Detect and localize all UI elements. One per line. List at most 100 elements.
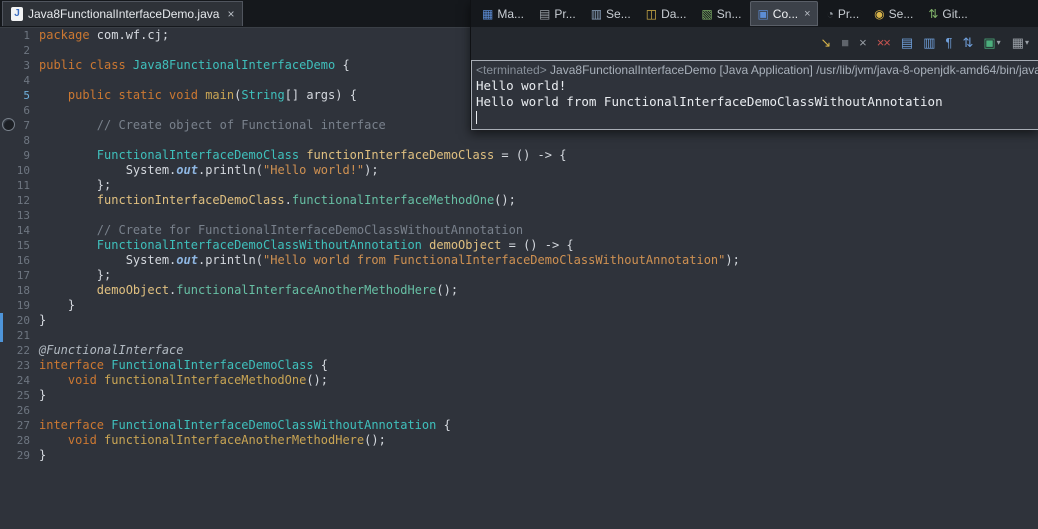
code-line[interactable]: 26: [0, 403, 1038, 418]
launch-marker-icon[interactable]: [2, 118, 15, 131]
line-number[interactable]: 5: [0, 88, 39, 103]
console-panel: ▦ Ma... ▤ Pr... ▥ Se... ◫ Da... ▧ Sn... ▣ Co... × ◔ Pr…: [470, 0, 1038, 130]
line-number[interactable]: 23: [0, 358, 39, 373]
word-wrap-icon[interactable]: ¶: [945, 36, 952, 49]
code-line[interactable]: 19 }: [0, 298, 1038, 313]
code-line[interactable]: 29}: [0, 448, 1038, 463]
line-number[interactable]: 19: [0, 298, 39, 313]
line-number[interactable]: 2: [0, 43, 39, 58]
dropdown-caret-icon[interactable]: ▾: [997, 36, 1001, 49]
clear-console-icon[interactable]: ▤: [901, 36, 913, 49]
console-status-line: <terminated> Java8FunctionalInterfaceDem…: [472, 61, 1038, 78]
code-line[interactable]: 24 void functionalInterfaceMethodOne();: [0, 373, 1038, 388]
line-number[interactable]: 21: [0, 328, 39, 343]
code-line[interactable]: 17 };: [0, 268, 1038, 283]
scroll-lock-icon[interactable]: ▥: [923, 36, 935, 49]
console-tabbar: ▦ Ma... ▤ Pr... ▥ Se... ◫ Da... ▧ Sn... ▣ Co... × ◔ Pr…: [471, 0, 1038, 27]
editor-tab-title: Java8FunctionalInterfaceDemo.java: [28, 7, 220, 21]
line-number[interactable]: 16: [0, 253, 39, 268]
line-number[interactable]: 24: [0, 373, 39, 388]
line-number[interactable]: 6: [0, 103, 39, 118]
remove-launch-icon[interactable]: ×: [859, 36, 867, 49]
line-number[interactable]: 13: [0, 208, 39, 223]
console-output-line: Hello world!: [476, 78, 567, 93]
line-number[interactable]: 4: [0, 73, 39, 88]
line-number[interactable]: 27: [0, 418, 39, 433]
servers-icon: ▥: [590, 6, 603, 21]
code-line[interactable]: 22 @FunctionalInterface: [0, 343, 1038, 358]
pin-console-icon[interactable]: ⇅: [962, 36, 973, 49]
view-tab-label: Se...: [606, 6, 631, 21]
code-line[interactable]: 8: [0, 133, 1038, 148]
line-number[interactable]: 20: [0, 313, 39, 328]
view-tab-data-source-explorer[interactable]: ◫ Da...: [640, 2, 693, 25]
code-text: void functionalInterfaceAnotherMethodHer…: [67, 433, 386, 447]
code-text: // Create object of Functional interface: [39, 118, 386, 132]
code-line[interactable]: 20}: [0, 313, 1038, 328]
close-icon[interactable]: ×: [227, 7, 234, 21]
line-number[interactable]: 1: [0, 28, 39, 43]
remove-all-terminated-icon[interactable]: ××: [877, 36, 891, 49]
line-number[interactable]: 10: [0, 163, 39, 178]
line-number[interactable]: 8: [0, 133, 39, 148]
code-line[interactable]: 28 void functionalInterfaceAnotherMethod…: [0, 433, 1038, 448]
dropdown-caret-icon[interactable]: ▾: [1025, 36, 1029, 49]
line-number[interactable]: 22: [0, 343, 39, 358]
line-number[interactable]: 26: [0, 403, 39, 418]
view-tab-search[interactable]: ◉ Se...: [868, 2, 919, 25]
view-tab-console[interactable]: ▣ Co... ×: [750, 1, 818, 26]
code-text: public static void main(String[] args) {: [67, 88, 357, 102]
snippets-icon: ▧: [701, 6, 713, 21]
code-text: interface FunctionalInterfaceDemoClass {: [39, 358, 328, 372]
code-line[interactable]: 11 };: [0, 178, 1038, 193]
view-tab-label: Se...: [888, 6, 914, 21]
git-staging-icon: ⇅: [928, 6, 939, 21]
line-number[interactable]: 3: [0, 58, 39, 73]
view-tab-markers[interactable]: ▦ Ma...: [476, 2, 530, 25]
view-tab-label: Sn...: [716, 6, 742, 21]
line-number[interactable]: 25: [0, 388, 39, 403]
view-tab-git-staging[interactable]: ⇅ Git...: [922, 2, 973, 25]
display-selected-console-icon[interactable]: ▣ ▾: [983, 36, 1000, 49]
line-number[interactable]: 14: [0, 223, 39, 238]
open-console-icon[interactable]: ▦ ▾: [1012, 36, 1029, 49]
editor-tab-java8functionalinterfacedemo[interactable]: J Java8FunctionalInterfaceDemo.java ×: [2, 1, 244, 26]
line-number[interactable]: 18: [0, 283, 39, 298]
code-line[interactable]: 16 System.out.println("Hello world from …: [0, 253, 1038, 268]
code-text: // Create for FunctionalInterfaceDemoCla…: [39, 223, 524, 237]
view-tab-properties[interactable]: ▤ Pr...: [533, 2, 582, 25]
line-number[interactable]: 17: [0, 268, 39, 283]
line-number[interactable]: 29: [0, 448, 39, 463]
code-line[interactable]: 21: [0, 328, 1038, 343]
code-text: demoObject.functionalInterfaceAnotherMet…: [96, 283, 459, 297]
console-cursor: [476, 111, 477, 124]
code-text: FunctionalInterfaceDemoClassWithoutAnnot…: [96, 238, 574, 252]
view-tab-progress[interactable]: ◔ Pr...: [821, 2, 866, 25]
view-tab-servers[interactable]: ▥ Se...: [585, 2, 637, 25]
close-icon[interactable]: ×: [804, 8, 810, 20]
selection-range-indicator: [0, 313, 3, 342]
line-number[interactable]: 9: [0, 148, 39, 163]
code-line[interactable]: 9 FunctionalInterfaceDemoClass functionI…: [0, 148, 1038, 163]
code-line[interactable]: 13: [0, 208, 1038, 223]
code-line[interactable]: 15 FunctionalInterfaceDemoClassWithoutAn…: [0, 238, 1038, 253]
show-console-stdout-icon[interactable]: ↘: [820, 36, 831, 49]
code-line[interactable]: 14 // Create for FunctionalInterfaceDemo…: [0, 223, 1038, 238]
line-number[interactable]: 15: [0, 238, 39, 253]
code-line[interactable]: 18 demoObject.functionalInterfaceAnother…: [0, 283, 1038, 298]
line-number[interactable]: 28: [0, 433, 39, 448]
code-line[interactable]: 27 interface FunctionalInterfaceDemoClass…: [0, 418, 1038, 433]
line-number[interactable]: 11: [0, 178, 39, 193]
code-line[interactable]: 10 System.out.println("Hello world!");: [0, 163, 1038, 178]
code-line[interactable]: 12 functionInterfaceDemoClass.functional…: [0, 193, 1038, 208]
console-content[interactable]: <terminated> Java8FunctionalInterfaceDem…: [471, 60, 1038, 130]
terminate-icon[interactable]: ■: [841, 36, 849, 49]
line-number[interactable]: 12: [0, 193, 39, 208]
code-line[interactable]: 23 interface FunctionalInterfaceDemoClass…: [0, 358, 1038, 373]
code-text: }: [39, 313, 47, 327]
view-tab-snippets[interactable]: ▧ Sn...: [695, 2, 747, 25]
code-text: package com.wf.cj;: [39, 28, 170, 42]
java-file-icon: J: [11, 7, 23, 21]
code-text: }: [39, 448, 47, 462]
code-line[interactable]: 25}: [0, 388, 1038, 403]
